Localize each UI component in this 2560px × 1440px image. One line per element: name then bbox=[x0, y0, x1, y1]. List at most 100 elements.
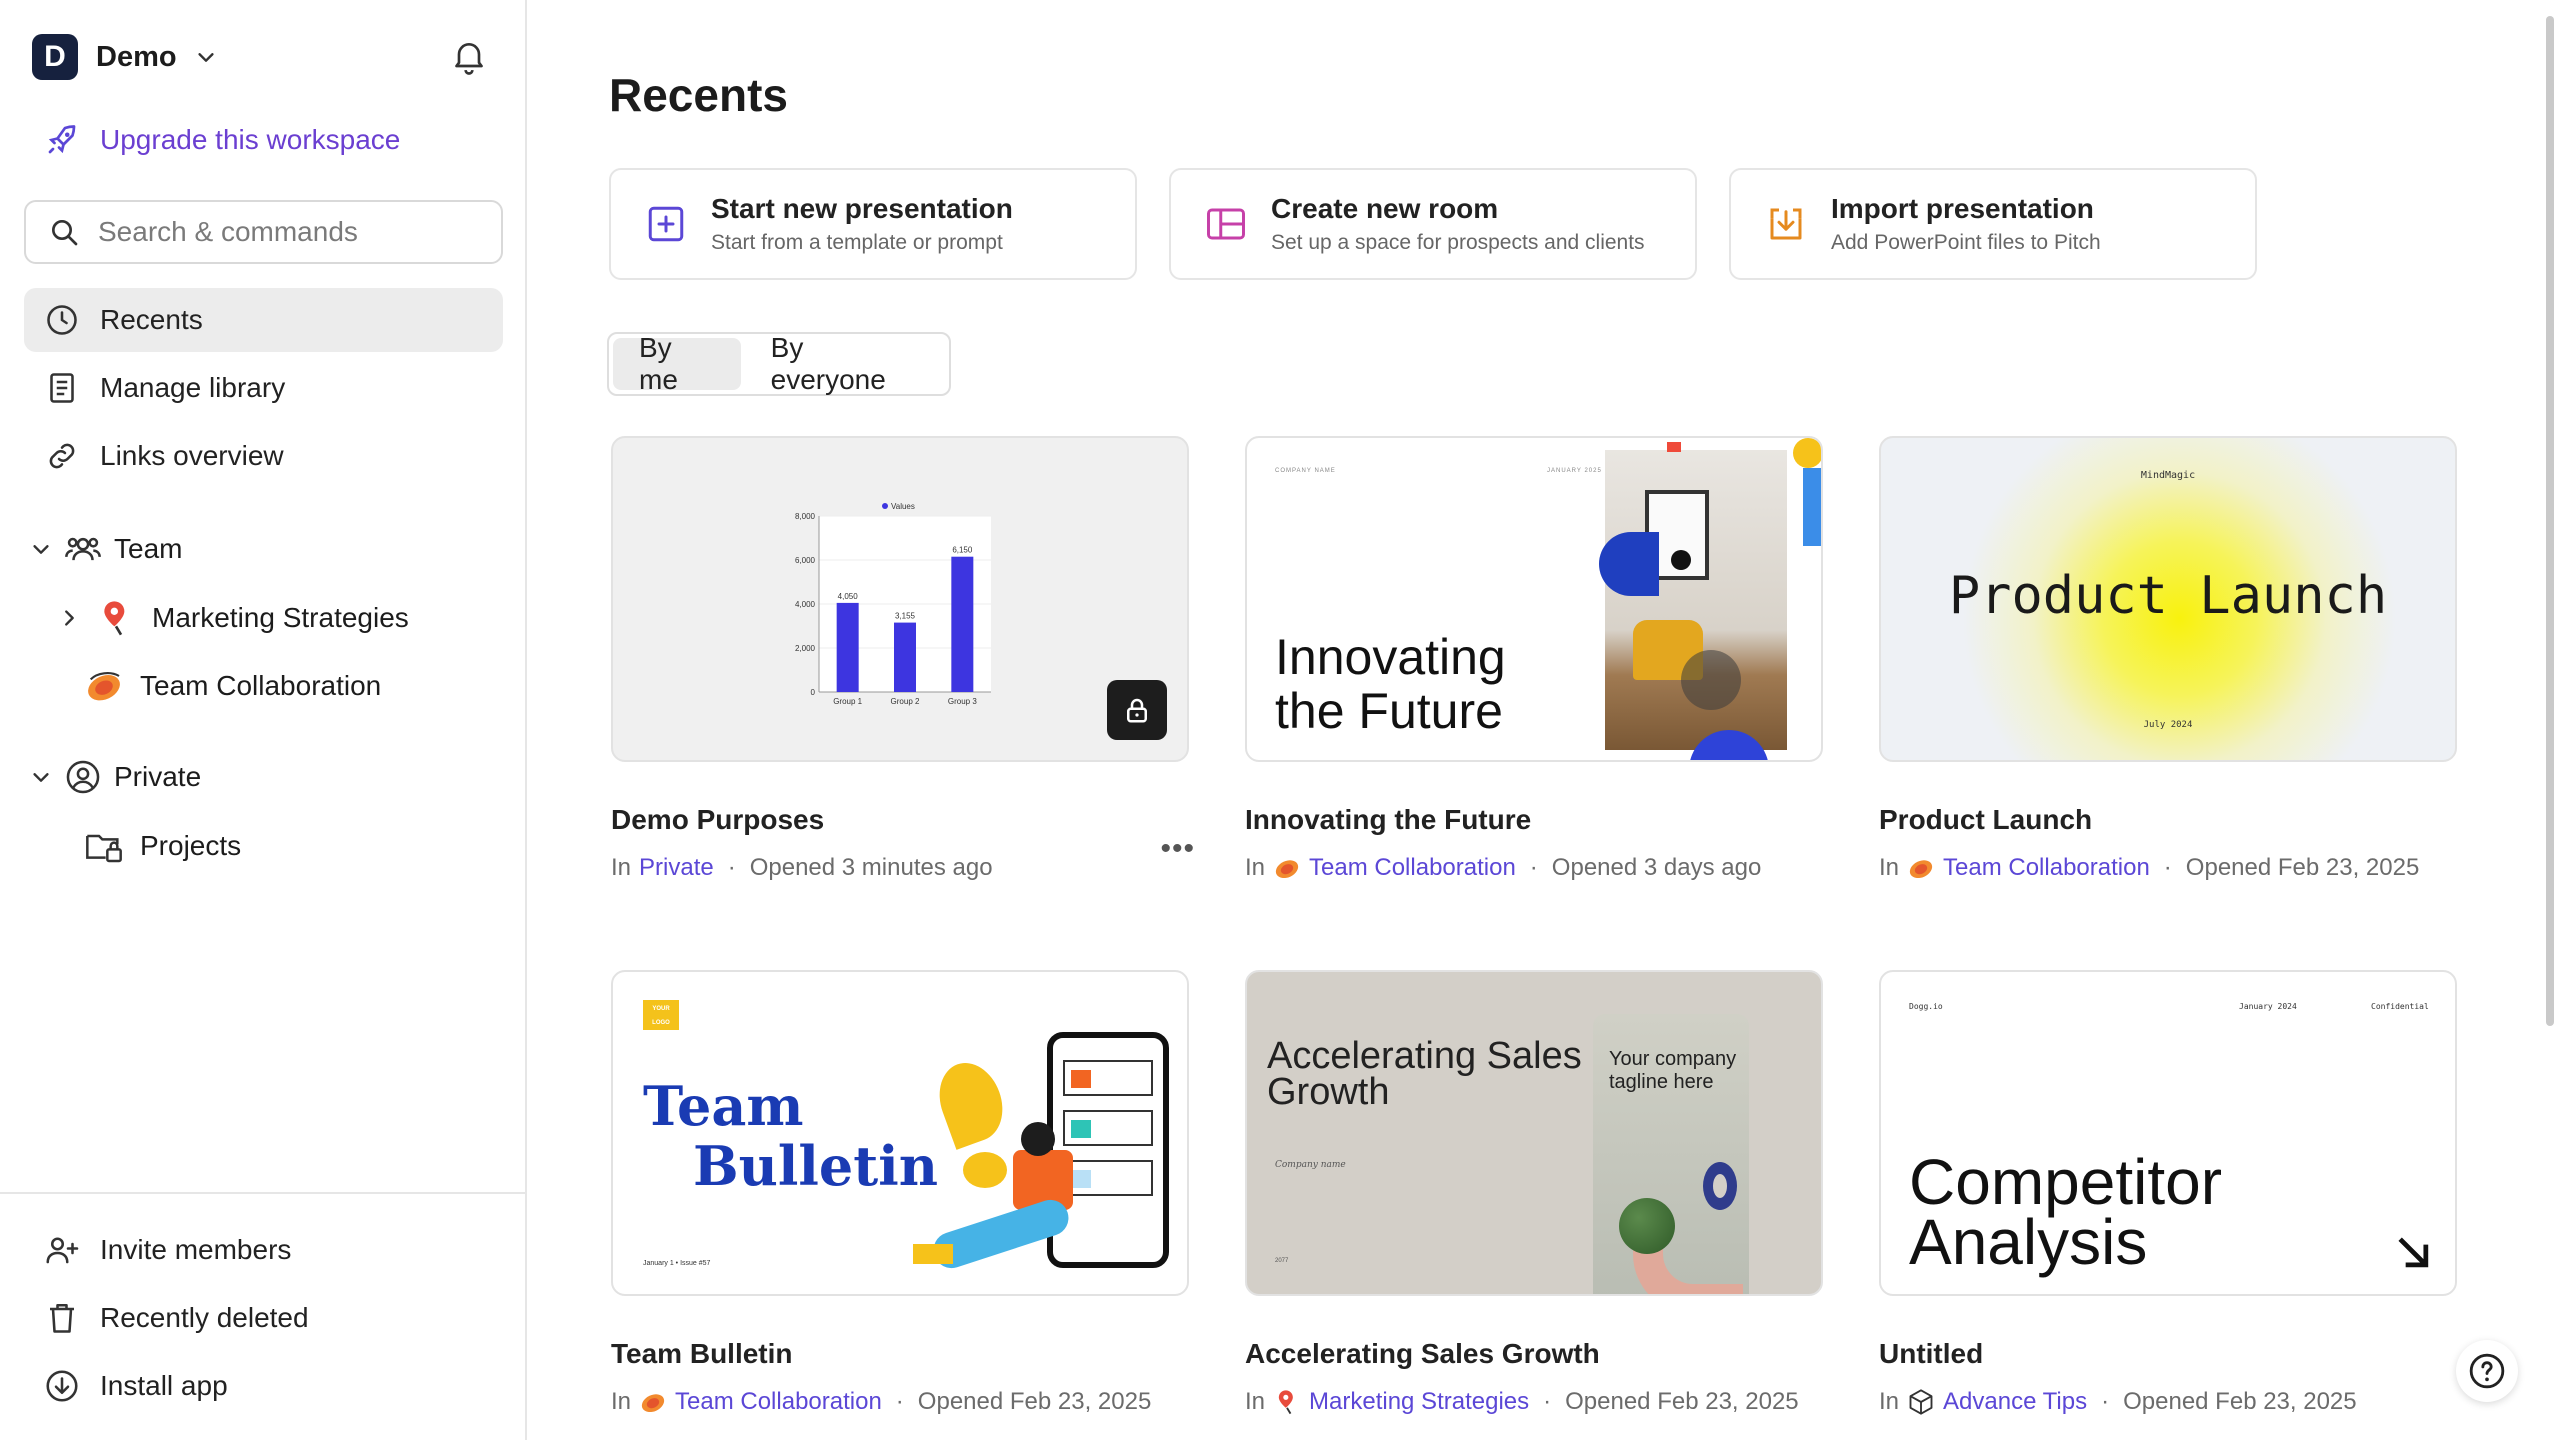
separator: · bbox=[2101, 1388, 2110, 1415]
slide-title-line: Innovating bbox=[1275, 629, 1506, 685]
presentation-card[interactable]: YOUR LOGO Team Bulletin January 1 • Issu… bbox=[611, 970, 1195, 1416]
install-app-label: Install app bbox=[100, 1370, 228, 1401]
phone-mockup: Your company tagline here bbox=[1593, 1014, 1749, 1294]
action-title: Import presentation bbox=[1831, 193, 2094, 224]
presentation-card[interactable]: COMPANY NAME JANUARY 2025 Innovating the… bbox=[1245, 436, 1829, 882]
rocket-icon bbox=[48, 125, 76, 154]
sidebar-item-label: Links overview bbox=[100, 440, 284, 471]
slide-title-line: Bulletin bbox=[693, 1134, 939, 1198]
search-input[interactable]: Search & commands bbox=[24, 200, 503, 264]
team-section-toggle[interactable]: Team bbox=[30, 530, 182, 568]
data-label: 4,050 bbox=[838, 592, 859, 601]
bar bbox=[894, 622, 916, 692]
workspace-switcher[interactable]: D Demo bbox=[32, 34, 217, 80]
slide-text: Company name bbox=[1275, 1160, 1346, 1170]
sidebar: D Demo Upgrade this workspace Search & c… bbox=[0, 0, 527, 1440]
presentation-card[interactable]: MindMagic Product Launch July 2024 Produ… bbox=[1879, 436, 2463, 882]
start-new-presentation-button[interactable]: Start new presentation Start from a temp… bbox=[609, 168, 1137, 280]
presentation-thumbnail[interactable]: Values 8,000 6,000 4,000 2,000 0 4,050 Group 1 3… bbox=[611, 436, 1189, 762]
slide-text: January 1 • Issue #57 bbox=[643, 1260, 711, 1267]
data-label: 6,150 bbox=[952, 546, 973, 555]
slide-title-line: Team bbox=[643, 1074, 804, 1138]
sidebar-item-label: Marketing Strategies bbox=[152, 602, 409, 633]
in-label: In bbox=[1245, 1388, 1266, 1415]
x-tick-label: Group 2 bbox=[891, 697, 920, 706]
presentation-card[interactable]: Values 8,000 6,000 4,000 2,000 0 4,050 Group 1 3… bbox=[611, 436, 1195, 882]
tab-by-everyone[interactable]: By everyone bbox=[745, 332, 945, 395]
sidebar-item-label: Team Collaboration bbox=[140, 670, 382, 701]
presentation-thumbnail[interactable]: Accelerating Sales Growth Company name 2… bbox=[1245, 970, 1823, 1296]
sidebar-item-projects[interactable]: Projects bbox=[84, 826, 241, 866]
card-title: Accelerating Sales Growth bbox=[1245, 1338, 1600, 1369]
notifications-bell-icon[interactable] bbox=[449, 36, 489, 81]
sidebar-item-recents[interactable]: Recents bbox=[24, 288, 503, 352]
clock-icon bbox=[44, 302, 80, 338]
card-meta: In Advance Tips · Opened Feb 23, 2025 bbox=[1879, 1388, 2463, 1416]
data-label: 3,155 bbox=[895, 612, 916, 621]
decor-shape bbox=[1793, 438, 1821, 468]
location-link[interactable]: Team Collaboration bbox=[1943, 854, 2150, 882]
create-new-room-button[interactable]: Create new room Set up a space for prosp… bbox=[1169, 168, 1697, 280]
in-label: In bbox=[611, 854, 632, 881]
slide-text: JANUARY 2025 bbox=[1547, 468, 1602, 474]
legend-label: Values bbox=[891, 502, 915, 511]
slide-text: Your company bbox=[1609, 1048, 1737, 1070]
location-link[interactable]: Private bbox=[639, 854, 714, 882]
more-options-button[interactable]: ••• bbox=[1160, 832, 1195, 866]
private-section-toggle[interactable]: Private bbox=[30, 758, 201, 796]
chevron-down-icon bbox=[33, 773, 49, 782]
action-title: Create new room bbox=[1271, 193, 1499, 224]
upgrade-workspace-link[interactable]: Upgrade this workspace bbox=[44, 122, 400, 158]
separator: · bbox=[1543, 1388, 1552, 1415]
slide-title-line: Accelerating Sales bbox=[1267, 1035, 1582, 1077]
presentation-card[interactable]: Accelerating Sales Growth Company name 2… bbox=[1245, 970, 1829, 1416]
presentation-thumbnail[interactable]: Dogg.io January 2024 Confidential Compet… bbox=[1879, 970, 2457, 1296]
decor-shape bbox=[1803, 468, 1821, 546]
legend-marker bbox=[882, 503, 888, 509]
recently-deleted-button[interactable]: Recently deleted bbox=[24, 1286, 503, 1350]
install-app-button[interactable]: Install app bbox=[24, 1354, 503, 1418]
separator: · bbox=[2163, 854, 2172, 881]
sidebar-item-marketing-strategies[interactable]: Marketing Strategies bbox=[58, 598, 409, 638]
invite-members-label: Invite members bbox=[100, 1234, 292, 1265]
tab-by-me[interactable]: By me bbox=[613, 332, 741, 395]
leaf-illustration bbox=[963, 1152, 1007, 1188]
import-icon bbox=[1770, 208, 1802, 240]
team-section-label: Team bbox=[114, 533, 183, 564]
decor-shape bbox=[1667, 442, 1681, 452]
presentation-thumbnail[interactable]: YOUR LOGO Team Bulletin January 1 • Issu… bbox=[611, 970, 1189, 1296]
card-title: Product Launch bbox=[1879, 804, 2093, 835]
action-title: Start new presentation bbox=[711, 193, 1013, 224]
opened-time: Opened Feb 23, 2025 bbox=[2123, 1388, 2357, 1415]
download-icon bbox=[44, 1368, 80, 1404]
trash-icon bbox=[44, 1300, 80, 1336]
sidebar-item-manage-library[interactable]: Manage library bbox=[24, 356, 503, 420]
help-button[interactable] bbox=[2456, 1340, 2518, 1402]
import-presentation-button[interactable]: Import presentation Add PowerPoint files… bbox=[1729, 168, 2257, 280]
page-title: Recents bbox=[609, 69, 788, 121]
presentation-card[interactable]: Dogg.io January 2024 Confidential Compet… bbox=[1879, 970, 2463, 1416]
card-title: Untitled bbox=[1879, 1338, 1984, 1369]
location-link[interactable]: Marketing Strategies bbox=[1309, 1388, 1529, 1416]
scrollbar[interactable] bbox=[2546, 16, 2554, 1026]
invite-members-button[interactable]: Invite members bbox=[24, 1218, 503, 1282]
slide-text: COMPANY NAME bbox=[1275, 468, 1336, 474]
separator: · bbox=[727, 854, 736, 881]
slide-text: 2077 bbox=[1275, 1258, 1289, 1264]
presentation-thumbnail[interactable]: MindMagic Product Launch July 2024 bbox=[1879, 436, 2457, 762]
sidebar-footer bbox=[0, 1192, 527, 1194]
recents-filter: By me By everyone bbox=[607, 332, 951, 396]
upgrade-label: Upgrade this workspace bbox=[100, 124, 401, 155]
location-link[interactable]: Team Collaboration bbox=[675, 1388, 882, 1416]
card-title: Demo Purposes bbox=[611, 804, 825, 835]
sidebar-item-links-overview[interactable]: Links overview bbox=[24, 424, 503, 488]
location-link[interactable]: Advance Tips bbox=[1943, 1388, 2087, 1416]
slide-title-line: Growth bbox=[1267, 1071, 1390, 1113]
location-link[interactable]: Team Collaboration bbox=[1309, 854, 1516, 882]
action-subtitle: Start from a template or prompt bbox=[711, 231, 1003, 254]
y-tick-label: 4,000 bbox=[795, 600, 816, 609]
planet-icon bbox=[1275, 860, 1299, 879]
sidebar-item-team-collaboration[interactable]: Team Collaboration bbox=[84, 666, 381, 706]
presentation-thumbnail[interactable]: COMPANY NAME JANUARY 2025 Innovating the… bbox=[1245, 436, 1823, 762]
x-tick-label: Group 3 bbox=[948, 697, 977, 706]
